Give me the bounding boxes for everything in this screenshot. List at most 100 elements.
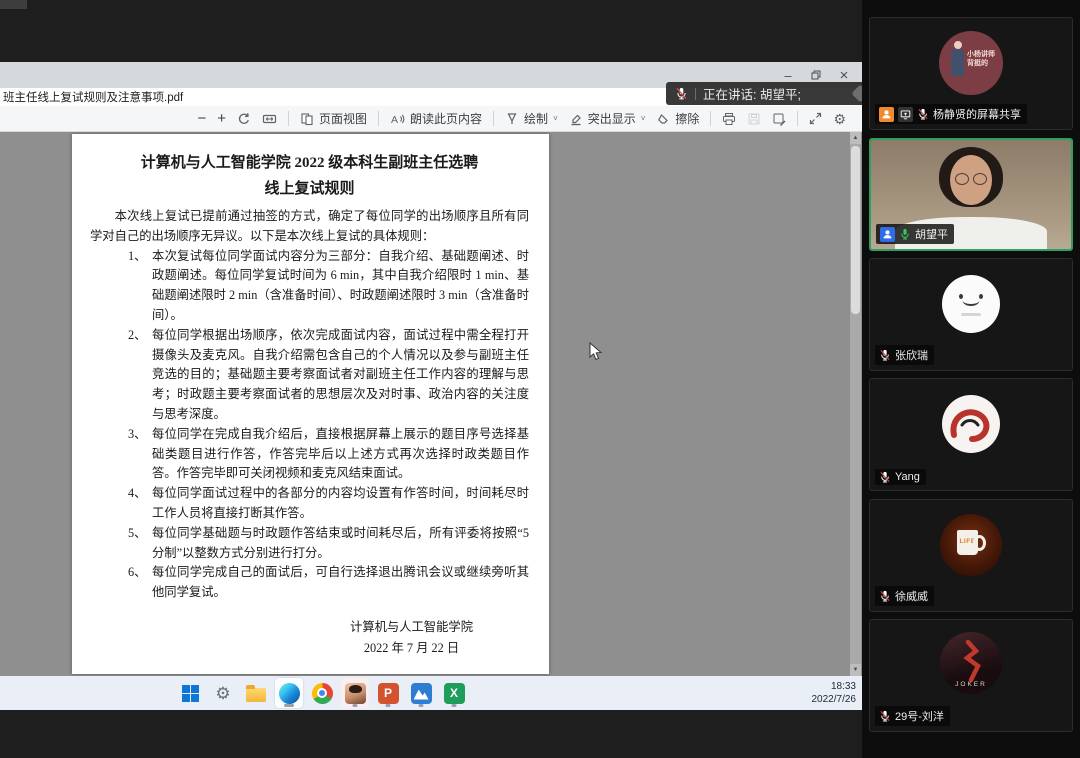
- windows-start-icon: [182, 685, 199, 702]
- powerpoint-app-button[interactable]: P: [374, 678, 402, 708]
- start-button[interactable]: [176, 678, 204, 708]
- powerpoint-icon: P: [378, 683, 399, 704]
- save-button[interactable]: [747, 112, 761, 126]
- scrollbar-thumb[interactable]: [851, 146, 860, 314]
- fit-width-button[interactable]: [262, 112, 277, 126]
- list-item: 1、本次复试每位同学面试内容分为三部分：自我介绍、基础题阐述、时政题阐述。每位同…: [90, 247, 529, 326]
- meeting-window: – × 班主任线上复试规则及注意事项.pdf − +: [0, 0, 1080, 758]
- draw-button[interactable]: 绘制 ˅: [505, 110, 558, 127]
- participant-tile[interactable]: 张欣瑞: [869, 258, 1073, 371]
- mic-muted-icon: [675, 87, 688, 100]
- minimize-icon: –: [784, 68, 791, 83]
- taskbar-clock[interactable]: 18:33 2022/7/26: [786, 680, 856, 706]
- avatar: [942, 275, 1000, 333]
- settings-app-button[interactable]: ⚙: [209, 678, 237, 708]
- document-footer: 计算机与人工智能学院 2022 年 7 月 22 日: [350, 617, 473, 659]
- participant-tile[interactable]: Yang: [869, 378, 1073, 491]
- chevron-down-icon: ˅: [553, 114, 558, 123]
- mic-on-icon: [899, 228, 911, 240]
- erase-label: 擦除: [675, 110, 699, 127]
- participant-tile[interactable]: 胡望平: [869, 138, 1073, 251]
- document-intro: 本次线上复试已提前通过抽签的方式，确定了每位同学的出场顺序且所有同学对自己的出场…: [90, 207, 529, 247]
- highlight-button[interactable]: 突出显示 ˅: [569, 110, 646, 127]
- print-button[interactable]: [722, 112, 736, 126]
- active-app-indicator: [419, 704, 424, 707]
- divider: [695, 88, 696, 100]
- fit-width-icon: [262, 112, 277, 126]
- fullscreen-button[interactable]: [809, 112, 822, 125]
- participant-tile[interactable]: LIFE 徐威威: [869, 499, 1073, 612]
- blue-app-button[interactable]: [407, 678, 435, 708]
- tab-title: 班主任线上复试规则及注意事项.pdf: [3, 89, 183, 105]
- participant-name-badge: 张欣瑞: [875, 345, 934, 365]
- blue-app-icon: [411, 683, 432, 704]
- zoom-out-icon: −: [197, 110, 206, 127]
- svg-text:A: A: [391, 114, 398, 126]
- list-item: 5、每位同学基础题与时政题作答结束或时间耗尽后，所有评委将按照“5分制”以整数方…: [90, 524, 529, 564]
- toolbar-separator: [378, 111, 379, 126]
- active-app-indicator: [452, 704, 457, 707]
- erase-button[interactable]: 擦除: [656, 110, 699, 127]
- avatar-figure: [951, 49, 964, 76]
- rotate-icon: [237, 112, 251, 126]
- avatar-text: 小杨讲师 背挺的: [967, 50, 995, 68]
- restore-icon: [811, 70, 821, 80]
- mug-graphic: LIFE: [957, 530, 978, 555]
- mouse-cursor: [589, 342, 602, 361]
- rotate-button[interactable]: [237, 112, 251, 126]
- avatar: [942, 395, 1000, 453]
- erase-icon: [656, 112, 670, 126]
- mic-muted-icon: [879, 710, 891, 722]
- chevron-down-icon: ˅: [641, 114, 646, 123]
- highlight-icon: [569, 112, 583, 126]
- document-title-line1: 计算机与人工智能学院 2022 级本科生副班主任选聘: [90, 150, 529, 176]
- avatar: LIFE: [940, 514, 1002, 576]
- avatar: JOKER: [940, 632, 1002, 694]
- screen-share-icon: [898, 107, 913, 122]
- page-view-button[interactable]: 页面视图: [300, 110, 367, 127]
- fullscreen-icon: [809, 112, 822, 125]
- save-as-button[interactable]: [772, 112, 786, 126]
- folder-icon: [246, 688, 266, 702]
- read-aloud-icon: A: [390, 112, 405, 126]
- toolbar-separator: [797, 111, 798, 126]
- participant-name-badge: 胡望平: [876, 224, 954, 244]
- active-app-indicator: [386, 704, 391, 707]
- file-explorer-button[interactable]: [242, 678, 270, 708]
- active-app-indicator: [353, 704, 358, 707]
- scroll-down-arrow[interactable]: ▼: [850, 664, 861, 676]
- draw-icon: [505, 112, 519, 126]
- chrome-app-button[interactable]: [308, 678, 336, 708]
- pdf-settings-button[interactable]: ⚙: [833, 112, 846, 126]
- participant-tile[interactable]: 小杨讲师 背挺的 杨静贤的屏幕共享: [869, 17, 1073, 130]
- pdf-scrollbar[interactable]: ▲ ▼: [850, 132, 861, 676]
- avatar-label: LIFE: [957, 538, 978, 545]
- zoom-in-button[interactable]: +: [217, 110, 226, 127]
- participant-tile[interactable]: JOKER 29号-刘洋: [869, 619, 1073, 732]
- page-view-icon: [300, 112, 314, 126]
- list-item: 2、每位同学根据出场顺序，依次完成面试内容，面试过程中需全程打开摄像头及麦克风。…: [90, 326, 529, 425]
- clock-time: 18:33: [786, 680, 856, 693]
- footer-organization: 计算机与人工智能学院: [350, 617, 473, 638]
- scroll-up-arrow[interactable]: ▲: [850, 132, 861, 144]
- footer-date: 2022 年 7 月 22 日: [350, 638, 473, 659]
- participant-name-badge: Yang: [875, 469, 926, 485]
- page-view-label: 页面视图: [319, 110, 367, 127]
- excel-app-button[interactable]: X: [440, 678, 468, 708]
- edge-app-button[interactable]: [275, 678, 303, 708]
- mic-muted-icon: [879, 590, 891, 602]
- speaking-indicator-bar: 正在讲话: 胡望平;: [666, 82, 894, 105]
- participant-name-badge: 29号-刘洋: [875, 706, 950, 726]
- participant-name: 徐威威: [895, 588, 928, 604]
- pdf-toolbar: − + 页面视图 A 朗读此页内容: [0, 106, 862, 132]
- read-aloud-label: 朗读此页内容: [410, 110, 482, 127]
- presenter-icon: [879, 107, 894, 122]
- gear-icon: ⚙: [833, 112, 846, 126]
- avatar: 小杨讲师 背挺的: [939, 31, 1003, 95]
- highlight-label: 突出显示: [588, 110, 636, 127]
- zoom-out-button[interactable]: −: [197, 110, 206, 127]
- draw-label: 绘制: [524, 110, 548, 127]
- read-aloud-button[interactable]: A 朗读此页内容: [390, 110, 482, 127]
- meeting-app-button[interactable]: [341, 678, 369, 708]
- save-icon: [747, 112, 761, 126]
